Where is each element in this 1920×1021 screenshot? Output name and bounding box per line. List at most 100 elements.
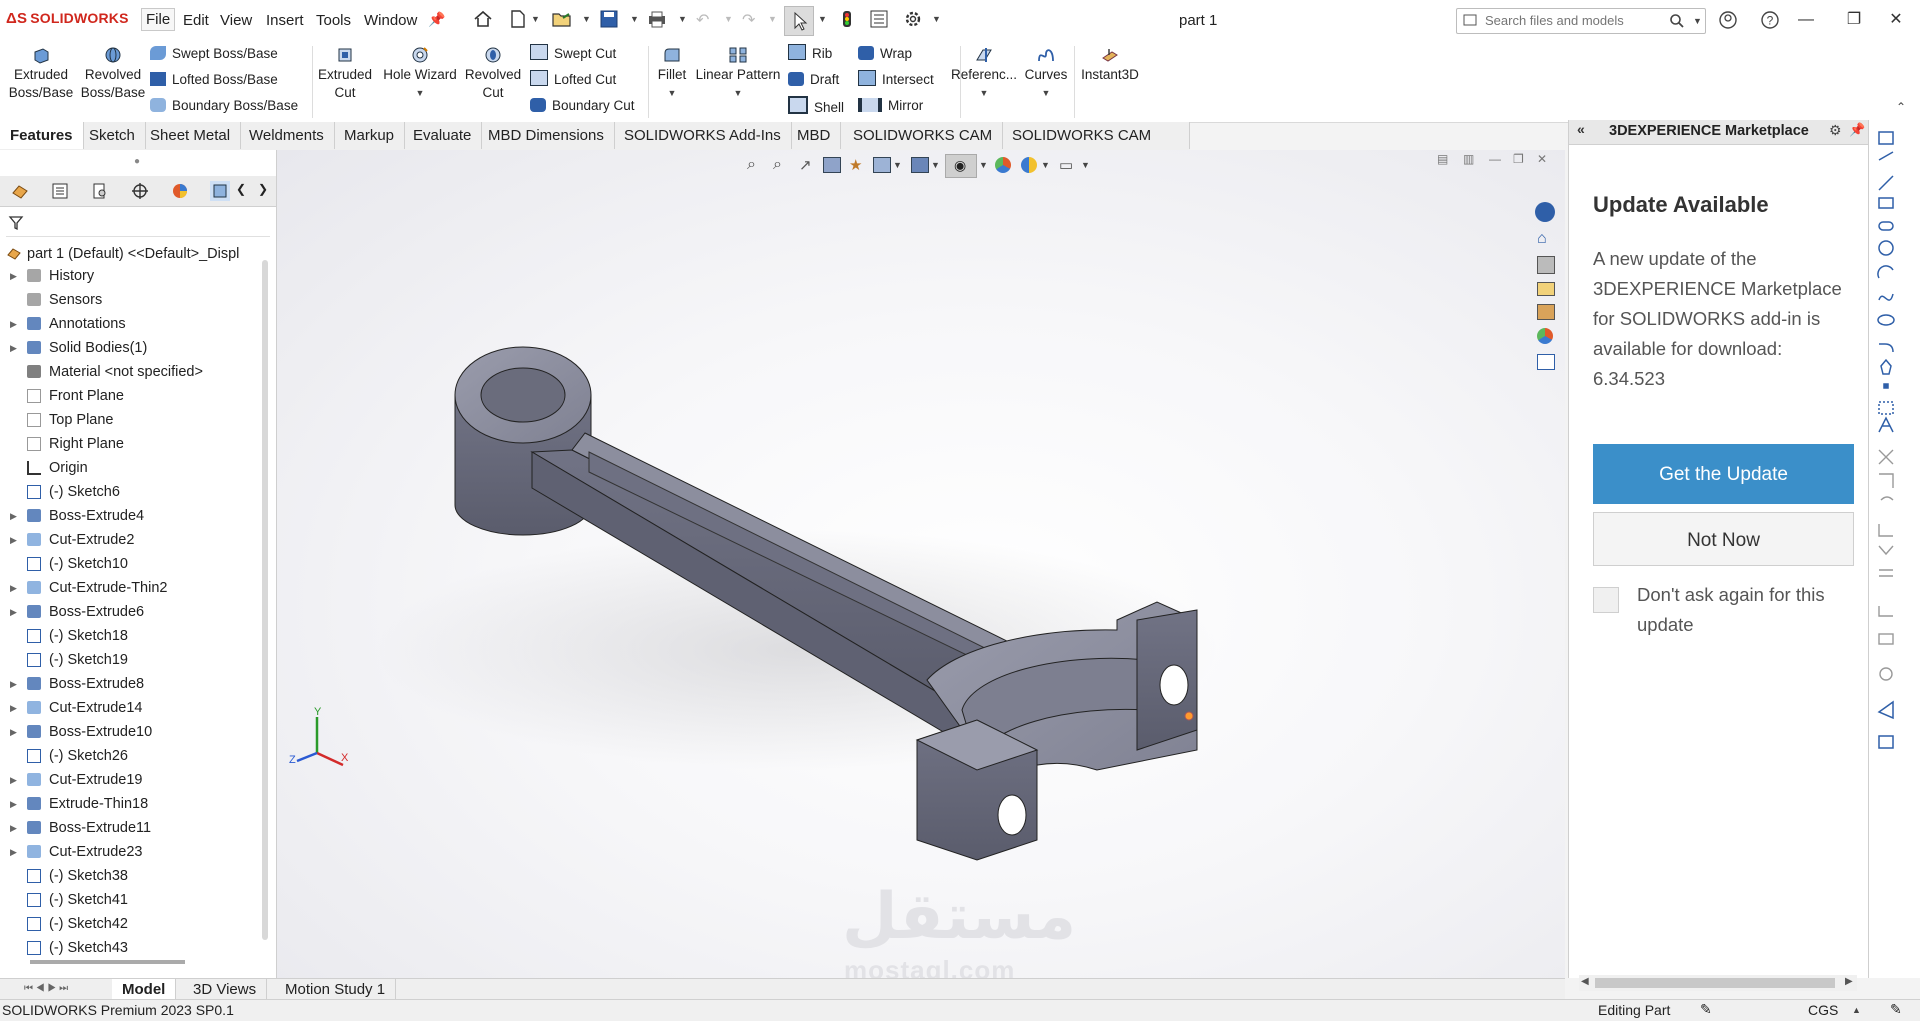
rebuild-status-icon[interactable]: ✎ (1700, 1001, 1712, 1018)
revolved-boss-button[interactable]: Revolved Boss/Base (78, 46, 148, 102)
view-palette-icon[interactable] (1537, 304, 1555, 320)
sketch-tool-icons[interactable] (1875, 130, 1915, 830)
panel-grip-icon[interactable]: ● (134, 156, 140, 167)
gear-icon[interactable] (902, 9, 924, 29)
get-update-button[interactable]: Get the Update (1593, 444, 1854, 504)
linear-pattern-button[interactable]: Linear Pattern ▼ (694, 46, 782, 102)
configuration-manager-icon[interactable] (90, 181, 110, 201)
expand-arrow-icon[interactable]: ▶ (10, 792, 17, 816)
swept-boss-button[interactable]: Swept Boss/Base (150, 44, 278, 64)
search-icon[interactable] (1669, 13, 1685, 29)
menu-edit[interactable]: Edit (179, 10, 213, 31)
menu-window[interactable]: Window (360, 10, 421, 31)
scroll-right-icon[interactable]: ❯ (258, 182, 268, 196)
chevron-down-icon[interactable]: ▼ (768, 14, 777, 24)
file-properties-icon[interactable] (868, 9, 890, 29)
chevron-down-icon[interactable]: ▼ (1022, 84, 1070, 102)
fillet-button[interactable]: Fillet ▼ (654, 46, 690, 102)
chevron-down-icon[interactable]: ▼ (380, 84, 460, 102)
chevron-down-icon[interactable]: ▼ (950, 84, 1018, 102)
tree-filter[interactable] (6, 210, 270, 237)
dont-ask-checkbox[interactable] (1593, 587, 1619, 613)
extruded-cut-button[interactable]: Extruded Cut (316, 46, 374, 102)
cam-manager-icon[interactable] (210, 181, 230, 201)
tab-features[interactable]: Features (0, 122, 84, 149)
curves-button[interactable]: Curves ▼ (1022, 46, 1070, 102)
chevron-down-icon[interactable]: ▼ (932, 14, 941, 24)
tab-3d-views[interactable]: 3D Views (183, 979, 268, 1000)
expand-arrow-icon[interactable]: ▶ (10, 696, 17, 720)
new-document-icon[interactable] (507, 9, 529, 29)
solidworks-logo[interactable]: ΔS SOLIDWORKS (6, 10, 129, 27)
custom-properties-icon[interactable] (1537, 354, 1555, 370)
user-account-icon[interactable] (1718, 10, 1738, 30)
expand-arrow-icon[interactable]: ▶ (10, 600, 17, 624)
tab-sketch[interactable]: Sketch (79, 122, 146, 149)
save-icon[interactable] (598, 9, 620, 29)
tab-mbd-dimensions[interactable]: MBD Dimensions (478, 122, 615, 149)
tab-solidworks-cam-tbm[interactable]: SOLIDWORKS CAM TBM (1002, 122, 1190, 171)
tree-vertical-scrollbar[interactable] (262, 260, 268, 940)
scroll-left-icon[interactable]: ❮ (236, 182, 246, 196)
chevron-down-icon[interactable]: ▼ (678, 14, 687, 24)
viewport-minimize-icon[interactable]: — (1489, 152, 1501, 166)
chevron-down-icon[interactable]: ▼ (531, 14, 540, 24)
appearances-icon[interactable] (1537, 328, 1553, 344)
menu-file[interactable]: File (141, 8, 176, 31)
tab-solidworks-add-ins[interactable]: SOLIDWORKS Add-Ins (614, 122, 792, 149)
viewport-split-icon[interactable]: ▥ (1463, 152, 1474, 166)
minimize-button[interactable]: — (1792, 8, 1820, 32)
expand-arrow-icon[interactable]: ▶ (10, 312, 17, 336)
intersect-button[interactable]: Intersect (858, 70, 934, 90)
expand-arrow-icon[interactable]: ▶ (10, 816, 17, 840)
property-manager-icon[interactable] (50, 181, 70, 201)
expand-arrow-icon[interactable]: ▶ (10, 528, 17, 552)
tree-horizontal-scrollbar[interactable] (30, 960, 185, 964)
instant3d-button[interactable]: Instant3D (1078, 46, 1142, 84)
undo-icon[interactable]: ↶ (696, 10, 709, 30)
scrollbar-thumb[interactable] (1595, 978, 1835, 988)
boundary-boss-button[interactable]: Boundary Boss/Base (150, 96, 298, 116)
tab-scroll-arrows[interactable]: ⏮ ◀ ▶ ⏭ (24, 983, 68, 994)
expand-arrow-icon[interactable]: ▶ (10, 504, 17, 528)
expand-arrow-icon[interactable]: ▶ (10, 768, 17, 792)
expand-arrow-icon[interactable]: ▶ (10, 720, 17, 744)
expand-arrow-icon[interactable]: ▶ (10, 840, 17, 864)
redo-icon[interactable]: ↷ (742, 10, 755, 30)
chevron-down-icon[interactable]: ▼ (818, 14, 827, 24)
expand-arrow-icon[interactable]: ▶ (10, 576, 17, 600)
collapse-pane-icon[interactable]: « (1577, 121, 1585, 137)
tab-sheet-metal[interactable]: Sheet Metal (140, 122, 242, 149)
collapse-toolbar-icon[interactable]: ⌃ (1896, 100, 1906, 114)
scroll-left-icon[interactable]: ◀ (1581, 976, 1589, 987)
hole-wizard-button[interactable]: Hole Wizard ▼ (380, 46, 460, 102)
scroll-right-icon[interactable]: ▶ (1845, 976, 1853, 987)
swept-cut-button[interactable]: Swept Cut (530, 44, 616, 64)
feature-tree-icon[interactable] (10, 181, 30, 201)
tab-evaluate[interactable]: Evaluate (403, 122, 483, 149)
tab-motion-study[interactable]: Motion Study 1 (275, 979, 397, 1000)
select-button[interactable] (784, 6, 814, 36)
chevron-down-icon[interactable]: ▼ (582, 14, 591, 24)
rib-button[interactable]: Rib (788, 44, 832, 64)
viewport-restore-icon[interactable]: ❐ (1513, 152, 1524, 166)
design-library-icon[interactable] (1537, 256, 1555, 274)
reference-geometry-button[interactable]: Referenc... ▼ (950, 46, 1018, 102)
rebuild-icon[interactable] (836, 9, 858, 29)
draft-button[interactable]: Draft (788, 70, 839, 90)
shell-button[interactable]: Shell (788, 96, 844, 116)
boundary-cut-button[interactable]: Boundary Cut (530, 96, 635, 116)
pin-icon[interactable]: 📌 (428, 11, 445, 28)
menu-tools[interactable]: Tools (312, 10, 355, 31)
3dexperience-icon[interactable] (1535, 202, 1555, 222)
task-pane-horizontal-scrollbar[interactable]: ◀ ▶ (1579, 975, 1857, 991)
revolved-cut-button[interactable]: Revolved Cut (464, 46, 522, 102)
file-explorer-icon[interactable] (1537, 282, 1555, 296)
display-manager-icon[interactable] (170, 181, 190, 201)
search-box[interactable]: ▼ (1456, 8, 1706, 34)
open-folder-icon[interactable] (551, 9, 573, 29)
viewport-tile-icon[interactable]: ▤ (1437, 152, 1448, 166)
menu-insert[interactable]: Insert (262, 10, 308, 31)
chevron-down-icon[interactable]: ▼ (654, 84, 690, 102)
dimxpert-icon[interactable] (130, 181, 150, 201)
